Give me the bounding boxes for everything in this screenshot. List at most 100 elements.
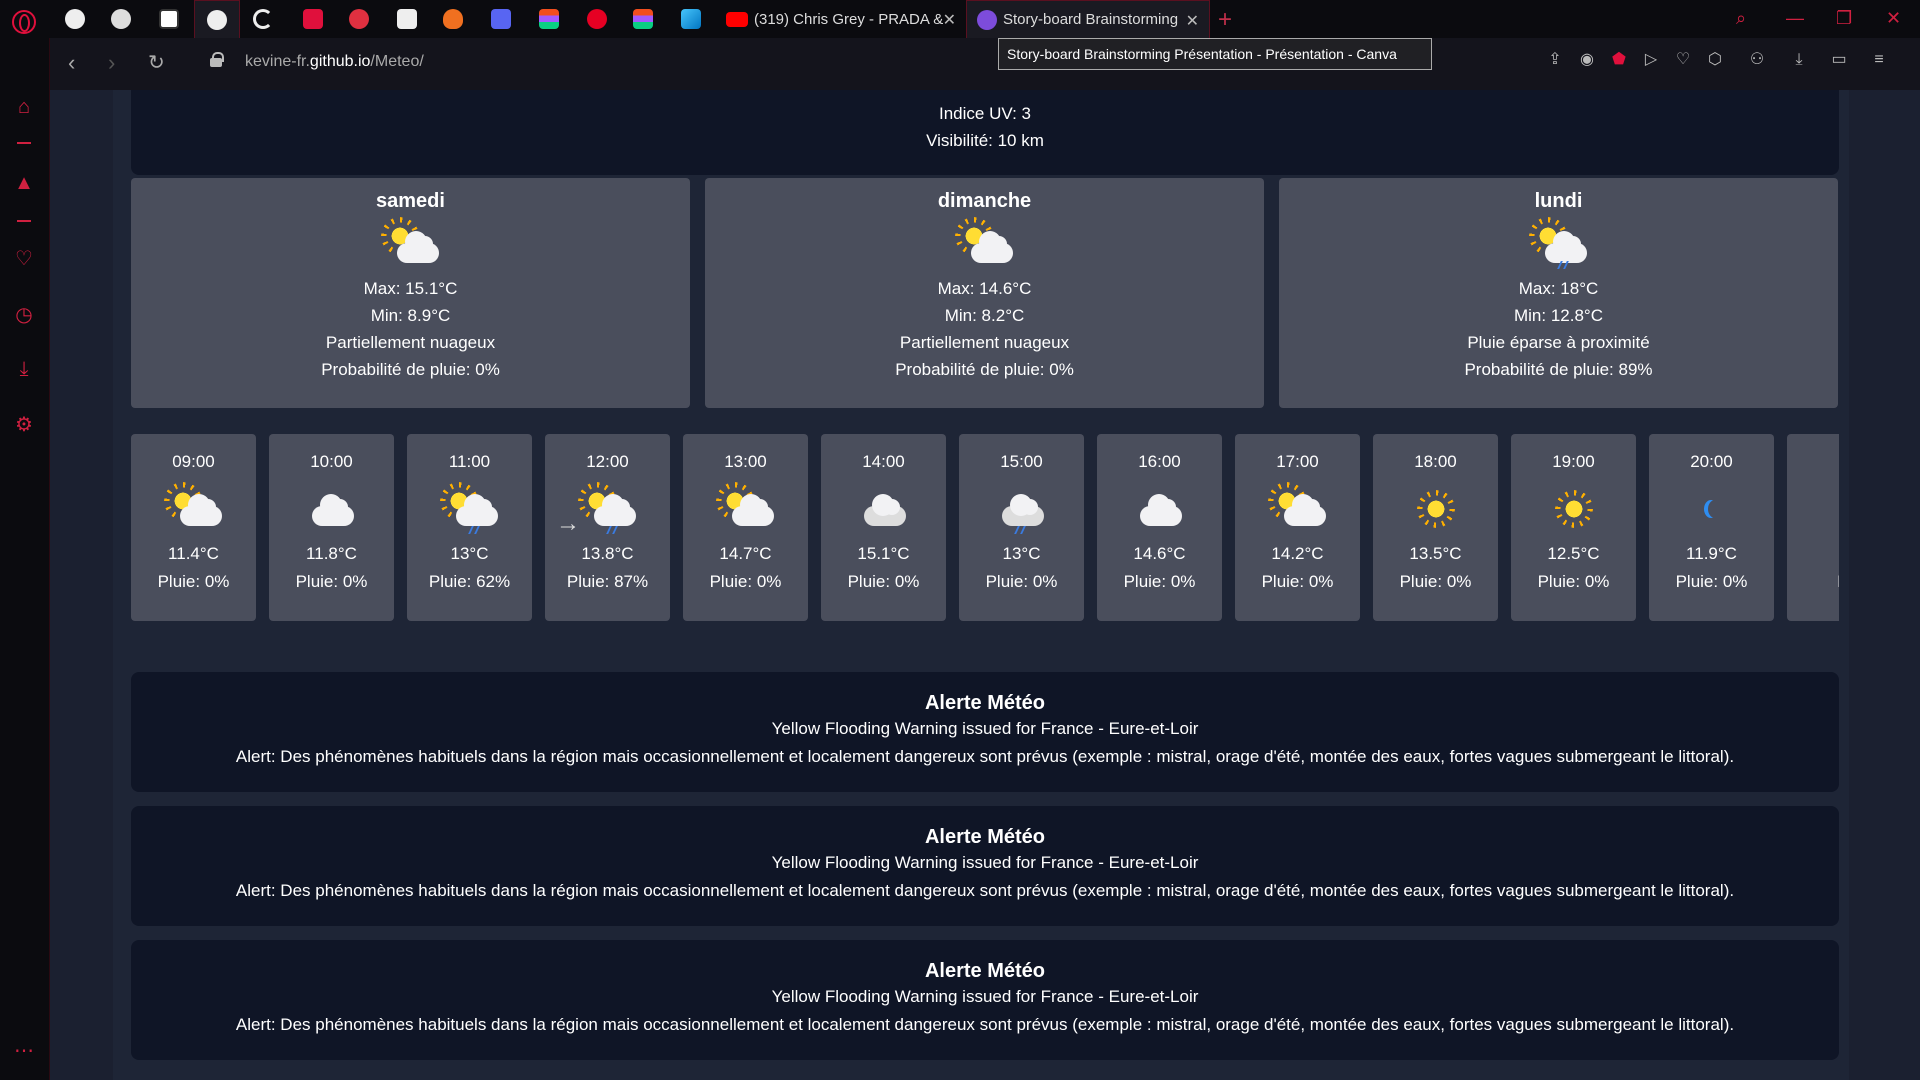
url-field[interactable]: kevine-fr.github.io/Meteo/: [245, 53, 424, 71]
pinterest-icon: [587, 9, 607, 29]
tab-pinned-vscode[interactable]: [384, 0, 430, 38]
weather-icon: [1820, 484, 1840, 534]
snapshot-icon[interactable]: ◉: [1578, 51, 1596, 69]
uv-index: Indice UV: 3: [939, 104, 1031, 123]
share-icon[interactable]: ⇪: [1546, 51, 1564, 69]
close-icon[interactable]: ✕: [1186, 11, 1199, 31]
opera-logo-icon[interactable]: [12, 10, 36, 34]
heart-icon[interactable]: ♡: [13, 248, 35, 270]
day-max: Max: 14.6°C: [937, 279, 1032, 298]
new-tab-button[interactable]: +: [1218, 6, 1232, 34]
profile-icon[interactable]: ⚇: [1748, 51, 1766, 69]
hour-card: 15:00 13°C Pluie: 0%: [959, 434, 1084, 621]
search-tabs-icon[interactable]: ⌕: [1736, 8, 1746, 29]
tab-pinned-figma[interactable]: [526, 0, 572, 38]
day-card: dimanche Max: 14.6°C Min: 8.2°C Partiell…: [705, 178, 1264, 408]
hour-temp: 15.1°C: [857, 544, 910, 563]
tab-pinned-flutter[interactable]: [668, 0, 714, 38]
close-icon[interactable]: ✕: [943, 10, 956, 30]
partly-cloudy-rain-icon: [1527, 217, 1591, 271]
day-card: samedi Max: 15.1°C Min: 8.9°C Partiellem…: [131, 178, 690, 408]
hour-temp: 11.4°C: [168, 544, 219, 563]
tab-pinned-shield[interactable]: [336, 0, 382, 38]
hour-temp: 13.5°C: [1409, 544, 1462, 563]
hour-rain: Pluie: 0%: [985, 572, 1058, 591]
tab-pinned-folder[interactable]: [290, 0, 336, 38]
hour-rain: Pluie: 62%: [428, 572, 511, 591]
hour-card: 17:00 14.2°C Pluie: 0%: [1235, 434, 1360, 621]
url-path: /Meteo/: [370, 53, 424, 70]
url-prefix: kevine-fr.: [245, 53, 310, 70]
url-domain: github.io: [309, 53, 371, 70]
forward-icon[interactable]: ›: [108, 50, 115, 76]
download-icon[interactable]: ⤓: [13, 358, 35, 380]
alert-headline: Yellow Flooding Warning issued for Franc…: [771, 987, 1199, 1006]
tab-pinned-pinterest[interactable]: [574, 0, 620, 38]
tab-pinned-chatgpt[interactable]: [98, 0, 144, 38]
restore-icon[interactable]: ❐: [1836, 8, 1852, 29]
hour-temp: 14.2°C: [1271, 544, 1324, 563]
reload-icon[interactable]: ↻: [148, 50, 165, 75]
box-icon[interactable]: ⬡: [1706, 51, 1724, 69]
bag-icon[interactable]: ⌂: [13, 96, 35, 118]
close-window-icon[interactable]: ✕: [1886, 8, 1901, 29]
hour-time: 11:00: [448, 452, 491, 471]
hour-time: 13:00: [724, 452, 767, 471]
alert-title: Alerte Météo: [924, 826, 1046, 848]
tab-pinned-fire[interactable]: [430, 0, 476, 38]
download-icon[interactable]: ⤓: [1790, 51, 1808, 69]
hour-rain: Pluie: 0%: [157, 572, 230, 591]
vscode-icon: [397, 9, 417, 29]
weather-alert: Alerte Météo Yellow Flooding Warning iss…: [131, 940, 1839, 1060]
hour-card: 16:00 14.6°C Pluie: 0%: [1097, 434, 1222, 621]
sync-icon: [253, 9, 273, 29]
back-icon[interactable]: ‹: [68, 50, 75, 76]
tab-pinned-globe[interactable]: [52, 0, 98, 38]
sidebar-divider: [17, 220, 31, 222]
visibility: Visibilité: 10 km: [926, 131, 1044, 150]
hour-card: 09:00 11.4°C Pluie: 0%: [131, 434, 256, 621]
hour-rain: Pluie: 0%: [1537, 572, 1610, 591]
tab-title: (319) Chris Grey - PRADA &: [754, 10, 944, 28]
hour-time: 18:00: [1414, 452, 1457, 471]
hour-time: 14:00: [862, 452, 905, 471]
tab-pinned-sync[interactable]: [240, 0, 286, 38]
day-max: Max: 15.1°C: [363, 279, 458, 298]
tab-storyboard[interactable]: Story-board Brainstorming ✕: [966, 0, 1210, 38]
partly-cloudy-icon: [379, 217, 443, 271]
address-bar: ‹ › ↻ kevine-fr.github.io/Meteo/ ⇪ ◉ ⬟ ▷…: [50, 38, 1920, 90]
day-description: Partiellement nuageux: [325, 333, 496, 352]
tab-youtube[interactable]: (319) Chris Grey - PRADA & ✕: [716, 0, 966, 38]
alert-text: Alert: Des phénomènes habituels dans la …: [235, 747, 1735, 766]
settings-icon[interactable]: ⚙: [13, 414, 35, 436]
hourly-forecast[interactable]: 09:00 11.4°C Pluie: 0% 10:00 11.8°C Plui…: [131, 434, 1839, 624]
hour-temp: 14.7°C: [719, 544, 772, 563]
tab-pinned-figma-2[interactable]: [620, 0, 666, 38]
day-max: Max: 18°C: [1518, 279, 1599, 298]
hour-time: 19:00: [1552, 452, 1595, 471]
heart-icon[interactable]: ♡: [1674, 51, 1692, 69]
aria-icon[interactable]: ▲: [13, 172, 35, 194]
tab-pinned-globe-active[interactable]: [194, 0, 240, 38]
history-icon[interactable]: ◷: [13, 304, 35, 326]
send-icon[interactable]: ▷: [1642, 51, 1660, 69]
battery-icon[interactable]: ▭: [1830, 51, 1848, 69]
tab-tooltip: Story-board Brainstorming Présentation -…: [998, 38, 1432, 70]
hour-time: 15:00: [1000, 452, 1043, 471]
tab-pinned-discord[interactable]: [478, 0, 524, 38]
sidebar: ⌂ ▲ ♡ ◷ ⤓ ⚙ ⋯: [0, 38, 50, 1080]
easy-setup-icon[interactable]: ≡: [1870, 51, 1888, 69]
adblock-icon[interactable]: ⬟: [1610, 51, 1628, 69]
partly-cloudy-icon: [1268, 484, 1328, 534]
hour-time: 10:00: [310, 452, 353, 471]
tab-pinned-notion[interactable]: [146, 0, 192, 38]
hour-temp: 11: [1787, 540, 1839, 568]
weather-app: Indice UV: 3 Visibilité: 10 km samedi Ma…: [113, 90, 1849, 1080]
minimize-icon[interactable]: —: [1786, 8, 1804, 29]
sidebar-divider: [17, 142, 31, 144]
hour-card: 18:00 13.5°C Pluie: 0%: [1373, 434, 1498, 621]
more-icon[interactable]: ⋯: [13, 1040, 35, 1062]
day-rain-probability: Probabilité de pluie: 89%: [1464, 360, 1653, 379]
hour-temp: 11.9°C: [1686, 544, 1737, 563]
cloudy-icon: [1130, 484, 1190, 534]
